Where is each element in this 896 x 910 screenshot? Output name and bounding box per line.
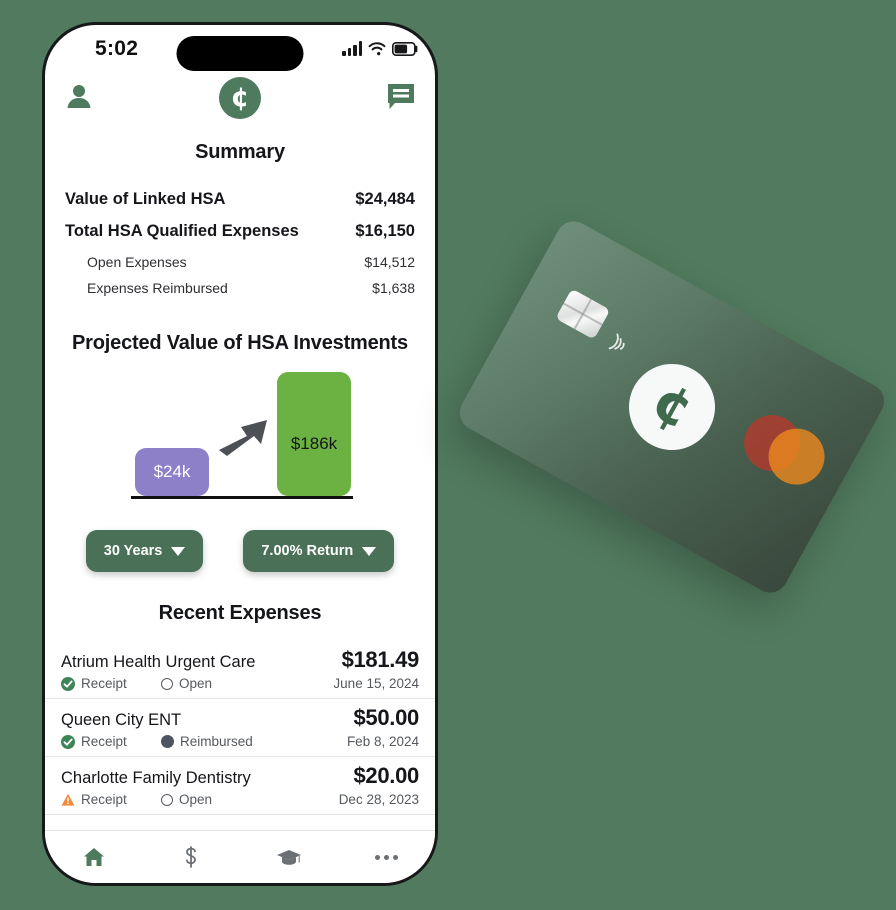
projection-controls: 30 Years 7.00% Return [45,530,435,572]
credit-card-graphic: ¢ [453,214,891,600]
bottom-navigation [45,830,435,883]
status-bar: 5:02 [45,25,435,77]
expense-status-tag: Open [161,792,212,807]
expense-amount: $50.00 [353,705,420,730]
summary-row-label: Open Expenses [87,254,187,270]
chart-bar-projected: $186k [277,372,351,496]
summary-row-value: $16,150 [355,222,415,240]
card-logo-glyph: ¢ [641,368,705,442]
chevron-down-icon [362,546,377,556]
table-row[interactable]: Charlotte Family Dentistry $20.00 Receip… [45,757,435,815]
person-icon[interactable] [63,81,95,118]
expense-amount: $20.00 [353,763,420,788]
emv-chip-icon [555,288,611,340]
signal-bars-icon [342,41,362,56]
summary-row-qualified-expenses: Total HSA Qualified Expenses $16,150 [65,222,415,241]
nav-item-home[interactable] [45,845,143,869]
expense-name: Queen City ENT [61,711,182,729]
table-row[interactable]: Queen City ENT $50.00 Receipt Reimbursed… [45,699,435,757]
years-dropdown[interactable]: 30 Years [85,530,204,572]
cent-logo-icon: ¢ [219,77,261,119]
projection-title: Projected Value of HSA Investments [72,332,408,354]
expense-receipt-tag: Receipt [61,734,161,749]
summary-title: Summary [195,141,285,163]
expense-name: Atrium Health Urgent Care [61,653,256,671]
expense-receipt-label: Receipt [81,792,127,807]
dynamic-island [176,36,304,71]
expense-receipt-tag: Receipt [61,792,161,807]
summary-row-open-expenses: Open Expenses $14,512 [65,254,415,270]
expense-receipt-label: Receipt [81,734,127,749]
summary-row-value: $24,484 [355,190,415,208]
ellipsis-icon [374,854,398,860]
app-header: ¢ [45,77,435,135]
expense-status-label: Open [179,676,213,691]
table-row[interactable]: Atrium Health Urgent Care $181.49 Receip… [45,641,435,699]
summary-row-value: $1,638 [372,280,415,296]
expense-date: Dec 28, 2023 [338,792,419,807]
return-dropdown[interactable]: 7.00% Return [243,530,395,572]
contactless-payment-icon [608,333,625,350]
expense-list: Atrium Health Urgent Care $181.49 Receip… [45,641,435,815]
return-dropdown-label: 7.00% Return [261,543,354,559]
nav-item-money[interactable] [143,845,241,869]
expense-date: June 15, 2024 [333,676,419,691]
phone-frame: 5:02 ¢ Summary Value of Linked HSA $24,4… [42,22,438,886]
graduation-cap-icon [276,850,301,865]
summary-row-linked-hsa: Value of Linked HSA $24,484 [65,190,415,209]
expense-amount: $181.49 [341,647,420,672]
mastercard-icon [734,404,835,495]
summary-row-label: Value of Linked HSA [65,190,226,208]
chart-bar-current-label: $24k [153,462,191,481]
chart-bar-current: $24k [135,448,209,496]
summary-table: Value of Linked HSA $24,484 Total HSA Qu… [65,190,415,296]
expense-status-tag: Reimbursed [161,734,253,749]
home-icon [83,848,104,866]
warning-triangle-icon [61,793,75,806]
expense-receipt-label: Receipt [81,676,127,691]
expense-name: Charlotte Family Dentistry [61,769,251,787]
card-cent-logo-icon: ¢ [613,348,731,466]
years-dropdown-label: 30 Years [103,543,163,559]
filled-circle-icon [161,735,174,748]
expense-status-tag: Open [161,676,212,691]
check-circle-icon [61,734,75,749]
chart-baseline [131,496,353,499]
projection-chart: $24k $186k [45,372,435,508]
status-indicators [342,41,418,56]
chevron-down-icon [171,546,186,556]
expense-status-label: Open [179,792,213,807]
battery-icon [392,42,418,56]
expense-date: Feb 8, 2024 [346,734,419,749]
summary-row-value: $14,512 [364,254,415,270]
circle-outline-icon [161,677,173,690]
expense-status-label: Reimbursed [180,734,253,749]
summary-row-label: Expenses Reimbursed [87,280,228,296]
summary-row-label: Total HSA Qualified Expenses [65,222,299,240]
summary-row-expenses-reimbursed: Expenses Reimbursed $1,638 [65,280,415,296]
dollar-icon [186,846,197,868]
nav-item-learn[interactable] [240,845,338,869]
circle-outline-icon [161,793,173,806]
check-circle-icon [61,676,75,691]
growth-arrow-icon [219,420,267,456]
wifi-icon [368,42,386,56]
recent-expenses-title: Recent Expenses [158,602,322,624]
logo-glyph: ¢ [230,81,250,113]
status-time: 5:02 [95,37,139,60]
chat-bubble-icon[interactable] [385,81,417,118]
chart-bar-projected-label: $186k [290,434,338,453]
expense-receipt-tag: Receipt [61,676,161,691]
nav-item-more[interactable] [338,854,436,860]
